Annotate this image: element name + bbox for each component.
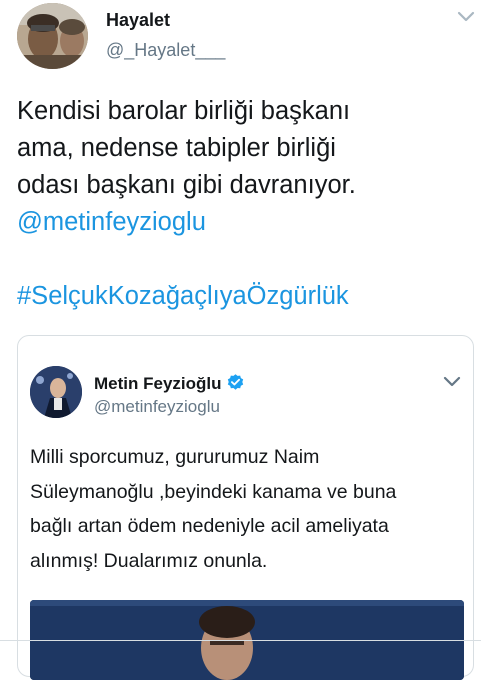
- tweet-text-line: Kendisi barolar birliği başkanı: [17, 97, 351, 125]
- divider: [0, 640, 481, 641]
- quoted-text-line: Süleymanoğlu ,beyindeki kanama ve buna: [30, 480, 397, 503]
- quoted-author-avatar[interactable]: [30, 366, 82, 418]
- author-name[interactable]: Hayalet: [106, 10, 170, 31]
- quoted-text-line: bağlı artan ödem nedeniyle acil ameliyat…: [30, 515, 389, 537]
- tweet-text: Kendisi barolar birliği başkanı ama, ned…: [17, 93, 472, 315]
- chevron-down-icon[interactable]: [457, 11, 475, 23]
- quoted-author-name-text: Metin Feyzioğlu: [94, 374, 222, 393]
- quoted-author-name[interactable]: Metin Feyzioğlu: [94, 373, 245, 394]
- author-handle[interactable]: @_Hayalet___: [106, 40, 225, 61]
- avatar-image: [17, 3, 88, 69]
- quoted-text-line: Milli sporcumuz, gururumuz Naim: [30, 446, 320, 468]
- quoted-tweet-text: Milli sporcumuz, gururumuz Naim Süleyman…: [30, 440, 470, 578]
- author-avatar[interactable]: [17, 3, 88, 69]
- quoted-avatar-image: [30, 366, 82, 418]
- verified-badge-icon: [227, 374, 243, 390]
- mention-link[interactable]: @metinfeyzioglu: [17, 204, 472, 241]
- tweet-header: Hayalet @_Hayalet___: [17, 3, 477, 73]
- quoted-chevron-down-icon[interactable]: [443, 376, 461, 388]
- quoted-text-line: alınmış! Dualarımız onunla.: [30, 549, 268, 572]
- tweet-text-line: ama, nedense tabipler birliği: [17, 134, 336, 162]
- hashtag-link[interactable]: #SelçukKozağaçlıyaÖzgürlük: [17, 278, 472, 315]
- quoted-author-handle[interactable]: @metinfeyzioglu: [94, 397, 220, 417]
- tweet-text-line: odası başkanı gibi davranıyor.: [17, 171, 356, 199]
- quoted-tweet-card[interactable]: Metin Feyzioğlu @metinfeyzioglu Milli sp…: [17, 335, 474, 680]
